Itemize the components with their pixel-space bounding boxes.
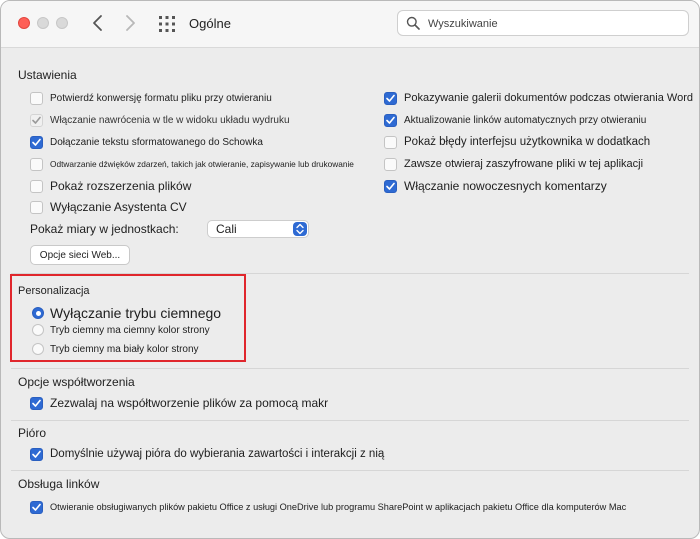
checkbox-label: Potwierdź konwersję formatu pliku przy o… — [50, 92, 272, 104]
section-title-links: Obsługa linków — [18, 477, 100, 491]
checkmark-icon — [386, 116, 395, 124]
checkbox-row[interactable]: Pokaż błędy interfejsu użytkownika w dod… — [384, 133, 650, 151]
checkbox-row[interactable]: Pokazywanie galerii dokumentów podczas o… — [384, 89, 693, 107]
checkbox[interactable] — [30, 135, 43, 149]
checkmark-icon — [32, 399, 41, 407]
checkbox[interactable] — [384, 113, 397, 127]
chevron-left-icon[interactable] — [89, 13, 107, 33]
checkmark-icon — [386, 182, 395, 190]
checkbox[interactable] — [30, 157, 43, 171]
units-row: Pokaż miary w jednostkach: — [30, 220, 179, 238]
checkbox — [30, 113, 43, 127]
checkbox-label: Zezwalaj na współtworzenie plików za pom… — [50, 396, 329, 410]
minimize-button-icon[interactable] — [37, 17, 49, 29]
checkbox-label: Dołączanie tekstu sformatowanego do Scho… — [50, 136, 263, 148]
updown-arrows-icon — [293, 222, 307, 236]
checkbox-row[interactable]: Pokaż rozszerzenia plików — [30, 177, 191, 195]
title-bar: Ogólne — [1, 1, 699, 48]
web-options-button[interactable]: Opcje sieci Web... — [30, 245, 130, 265]
checkbox[interactable] — [30, 396, 43, 410]
checkbox-label: Domyślnie używaj pióra do wybierania zaw… — [50, 448, 385, 460]
section-title-pen: Pióro — [18, 426, 47, 440]
checkmark-icon — [32, 138, 41, 146]
units-popup[interactable]: Cali — [207, 220, 309, 238]
checkbox-row[interactable]: Dołączanie tekstu sformatowanego do Scho… — [30, 133, 263, 151]
checkbox[interactable] — [384, 179, 397, 193]
window-title: Ogólne — [189, 16, 231, 31]
divider — [11, 368, 689, 369]
checkmark-icon — [32, 116, 41, 124]
units-value: Cali — [216, 222, 237, 236]
checkbox-label: Odtwarzanie dźwięków zdarzeń, takich jak… — [50, 159, 354, 169]
checkbox[interactable] — [384, 91, 397, 105]
checkbox-row[interactable]: Odtwarzanie dźwięków zdarzeń, takich jak… — [30, 155, 354, 173]
search-field[interactable] — [397, 10, 689, 36]
checkbox-label: Otwieranie obsługiwanych plików pakietu … — [50, 502, 627, 512]
checkbox-label: Pokaż błędy interfejsu użytkownika w dod… — [404, 136, 651, 148]
units-label: Pokaż miary w jednostkach: — [30, 222, 179, 236]
preferences-content: Ustawienia Potwierdź konwersję formatu p… — [1, 48, 699, 538]
divider — [11, 470, 689, 471]
checkbox[interactable] — [384, 157, 397, 171]
checkbox[interactable] — [384, 135, 397, 149]
checkbox-label: Włączanie nawrócenia w tle w widoku ukła… — [50, 114, 290, 126]
checkbox[interactable] — [30, 179, 43, 193]
checkmark-icon — [32, 450, 41, 458]
checkbox-label: Aktualizowanie linków automatycznych prz… — [404, 114, 647, 126]
search-icon — [406, 16, 420, 30]
checkbox[interactable] — [30, 91, 43, 105]
checkbox-row[interactable]: Potwierdź konwersję formatu pliku przy o… — [30, 89, 272, 107]
checkbox-row[interactable]: Zezwalaj na współtworzenie plików za pom… — [30, 394, 328, 412]
chevron-right-icon[interactable] — [121, 13, 139, 33]
checkbox[interactable] — [30, 500, 43, 514]
grid-icon[interactable] — [158, 15, 176, 33]
section-title-settings: Ustawienia — [18, 68, 77, 82]
checkbox-row[interactable]: Otwieranie obsługiwanych plików pakietu … — [30, 498, 626, 516]
checkmark-icon — [386, 94, 395, 102]
section-title-coauthoring: Opcje współtworzenia — [18, 375, 135, 389]
checkbox-row[interactable]: Włączanie nowoczesnych komentarzy — [384, 177, 607, 195]
divider — [11, 420, 689, 421]
checkbox-row[interactable]: Domyślnie używaj pióra do wybierania zaw… — [30, 445, 384, 463]
close-button-icon[interactable] — [18, 17, 30, 29]
checkbox-label: Wyłączanie Asystenta CV — [50, 200, 187, 214]
checkbox-label: Zawsze otwieraj zaszyfrowane pliki w tej… — [404, 158, 644, 170]
zoom-button-icon[interactable] — [56, 17, 68, 29]
search-input[interactable] — [426, 14, 680, 34]
checkbox-row[interactable]: Aktualizowanie linków automatycznych prz… — [384, 111, 646, 129]
preferences-window: Ogólne Ustawienia Potwierdź konwersję fo… — [0, 0, 700, 539]
checkbox[interactable] — [30, 200, 43, 214]
checkmark-icon — [32, 503, 41, 511]
checkbox-row[interactable]: Zawsze otwieraj zaszyfrowane pliki w tej… — [384, 155, 643, 173]
highlight-box — [10, 274, 246, 362]
checkbox-label: Włączanie nowoczesnych komentarzy — [404, 179, 607, 193]
checkbox-label: Pokazywanie galerii dokumentów podczas o… — [404, 92, 694, 104]
checkbox[interactable] — [30, 447, 43, 461]
checkbox-label: Pokaż rozszerzenia plików — [50, 179, 192, 193]
checkbox-row: Włączanie nawrócenia w tle w widoku ukła… — [30, 111, 290, 129]
checkbox-row[interactable]: Wyłączanie Asystenta CV — [30, 198, 187, 216]
